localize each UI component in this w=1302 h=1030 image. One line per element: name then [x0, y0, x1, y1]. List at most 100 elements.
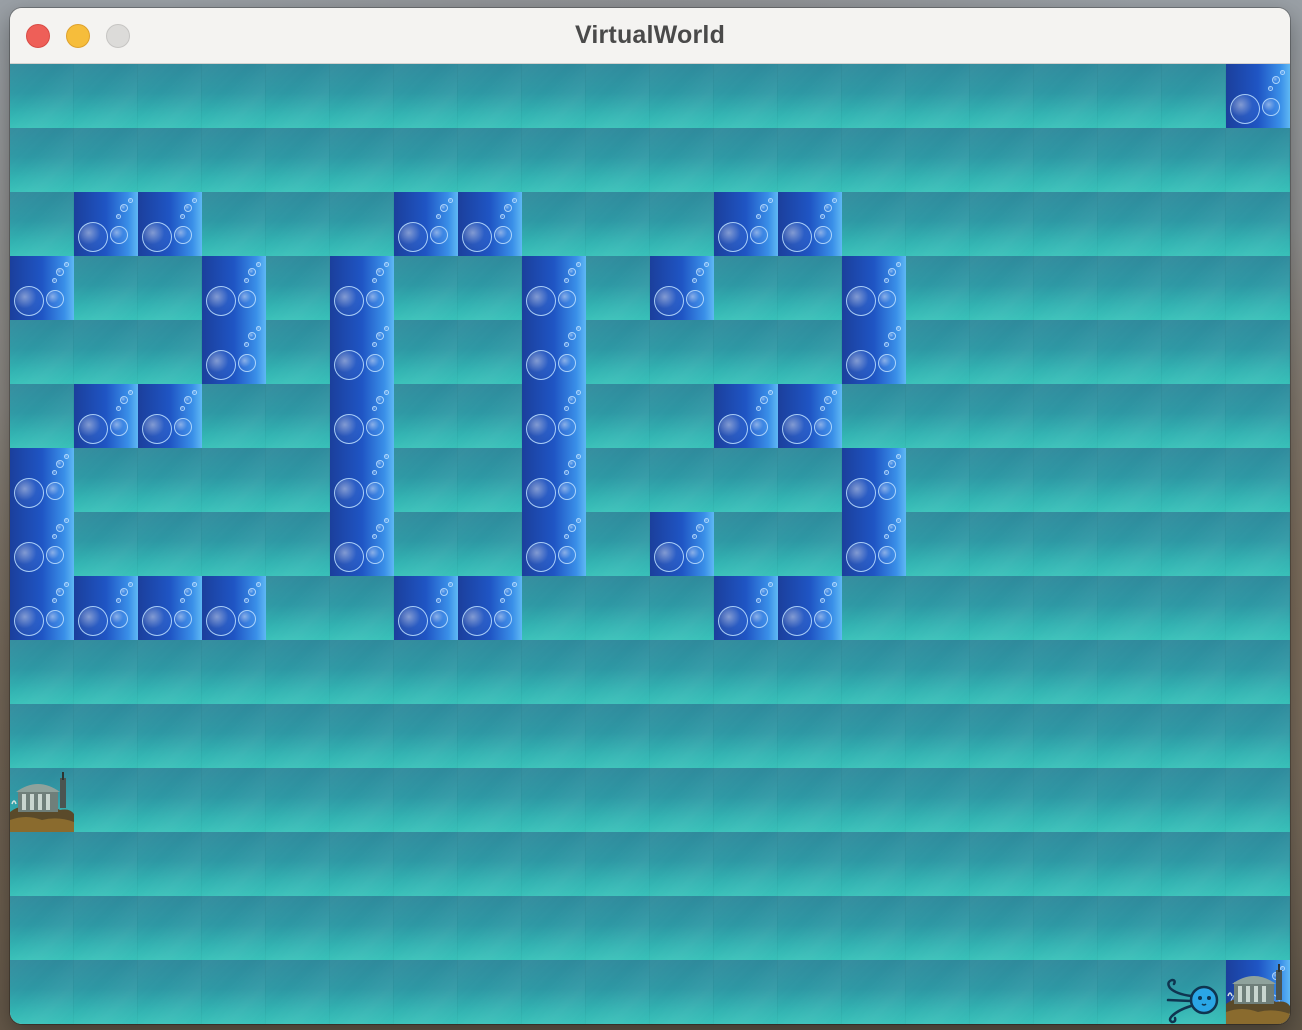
sea-tile[interactable] [1034, 832, 1098, 896]
sea-tile[interactable] [970, 640, 1034, 704]
obstacle-tile[interactable] [202, 576, 266, 640]
sea-tile[interactable] [650, 448, 714, 512]
sea-tile[interactable] [202, 832, 266, 896]
sea-tile[interactable] [1162, 704, 1226, 768]
sea-tile[interactable] [906, 704, 970, 768]
sea-tile[interactable] [10, 64, 74, 128]
sea-tile[interactable] [586, 832, 650, 896]
sea-tile[interactable] [586, 640, 650, 704]
sea-tile[interactable] [266, 448, 330, 512]
sea-tile[interactable] [202, 704, 266, 768]
sea-tile[interactable] [650, 128, 714, 192]
sea-tile[interactable] [1034, 576, 1098, 640]
sea-tile[interactable] [522, 704, 586, 768]
sea-tile[interactable] [74, 448, 138, 512]
sea-tile[interactable] [330, 960, 394, 1024]
sea-tile[interactable] [394, 256, 458, 320]
sea-tile[interactable] [586, 576, 650, 640]
obstacle-tile[interactable] [202, 320, 266, 384]
sea-tile[interactable] [394, 768, 458, 832]
sea-tile[interactable] [1162, 128, 1226, 192]
sea-tile[interactable] [138, 512, 202, 576]
sea-tile[interactable] [458, 384, 522, 448]
sea-tile[interactable] [842, 384, 906, 448]
sea-tile[interactable] [586, 448, 650, 512]
sea-tile[interactable] [778, 64, 842, 128]
sea-tile[interactable] [266, 256, 330, 320]
sea-tile[interactable] [458, 320, 522, 384]
obstacle-tile[interactable] [1226, 64, 1290, 128]
temple-tile[interactable] [10, 768, 74, 832]
sea-tile[interactable] [138, 704, 202, 768]
obstacle-tile[interactable] [10, 448, 74, 512]
obstacle-tile[interactable] [458, 576, 522, 640]
world-grid[interactable] [10, 64, 1290, 1024]
sea-tile[interactable] [202, 192, 266, 256]
sea-tile[interactable] [842, 960, 906, 1024]
sea-tile[interactable] [778, 256, 842, 320]
sea-tile[interactable] [394, 832, 458, 896]
sea-tile[interactable] [74, 896, 138, 960]
sea-tile[interactable] [842, 64, 906, 128]
obstacle-tile[interactable] [74, 576, 138, 640]
sea-tile[interactable] [74, 256, 138, 320]
obstacle-tile[interactable] [458, 192, 522, 256]
sea-tile[interactable] [1098, 896, 1162, 960]
sea-tile[interactable] [394, 448, 458, 512]
sea-tile[interactable] [650, 192, 714, 256]
sea-tile[interactable] [1162, 512, 1226, 576]
sea-tile[interactable] [138, 832, 202, 896]
sea-tile[interactable] [138, 640, 202, 704]
sea-tile[interactable] [1098, 256, 1162, 320]
obstacle-tile[interactable] [650, 256, 714, 320]
obstacle-tile[interactable] [842, 448, 906, 512]
sea-tile[interactable] [714, 64, 778, 128]
sea-tile[interactable] [1098, 128, 1162, 192]
sea-tile[interactable] [778, 128, 842, 192]
sea-tile[interactable] [970, 128, 1034, 192]
sea-tile[interactable] [906, 896, 970, 960]
sea-tile[interactable] [1226, 384, 1290, 448]
sea-tile[interactable] [1098, 512, 1162, 576]
sea-tile[interactable] [138, 256, 202, 320]
sea-tile[interactable] [394, 512, 458, 576]
sea-tile[interactable] [458, 960, 522, 1024]
sea-tile[interactable] [1098, 384, 1162, 448]
obstacle-tile[interactable] [522, 512, 586, 576]
sea-tile[interactable] [74, 64, 138, 128]
sea-tile[interactable] [522, 896, 586, 960]
obstacle-tile[interactable] [650, 512, 714, 576]
sea-tile[interactable] [266, 384, 330, 448]
sea-tile[interactable] [586, 64, 650, 128]
sea-tile[interactable] [970, 896, 1034, 960]
sea-tile[interactable] [202, 128, 266, 192]
sea-tile[interactable] [842, 576, 906, 640]
sea-tile[interactable] [842, 704, 906, 768]
sea-tile[interactable] [906, 640, 970, 704]
obstacle-tile[interactable] [714, 384, 778, 448]
sea-tile[interactable] [74, 640, 138, 704]
sea-tile[interactable] [266, 960, 330, 1024]
sea-tile[interactable] [650, 896, 714, 960]
sea-tile[interactable] [906, 256, 970, 320]
sea-tile[interactable] [970, 576, 1034, 640]
sea-tile[interactable] [74, 832, 138, 896]
sea-tile[interactable] [10, 960, 74, 1024]
sea-tile[interactable] [1226, 576, 1290, 640]
sea-tile[interactable] [778, 320, 842, 384]
sea-tile[interactable] [1226, 512, 1290, 576]
sea-tile[interactable] [1226, 192, 1290, 256]
sea-tile[interactable] [1226, 448, 1290, 512]
sea-tile[interactable] [970, 192, 1034, 256]
sea-tile[interactable] [1034, 640, 1098, 704]
sea-tile[interactable] [778, 832, 842, 896]
sea-tile[interactable] [1034, 448, 1098, 512]
obstacle-tile[interactable] [330, 512, 394, 576]
sea-tile[interactable] [266, 192, 330, 256]
sea-tile[interactable] [714, 704, 778, 768]
obstacle-tile[interactable] [522, 384, 586, 448]
sea-tile[interactable] [10, 192, 74, 256]
sea-tile[interactable] [266, 128, 330, 192]
sea-tile[interactable] [1034, 960, 1098, 1024]
creature-tile[interactable] [1162, 960, 1226, 1024]
